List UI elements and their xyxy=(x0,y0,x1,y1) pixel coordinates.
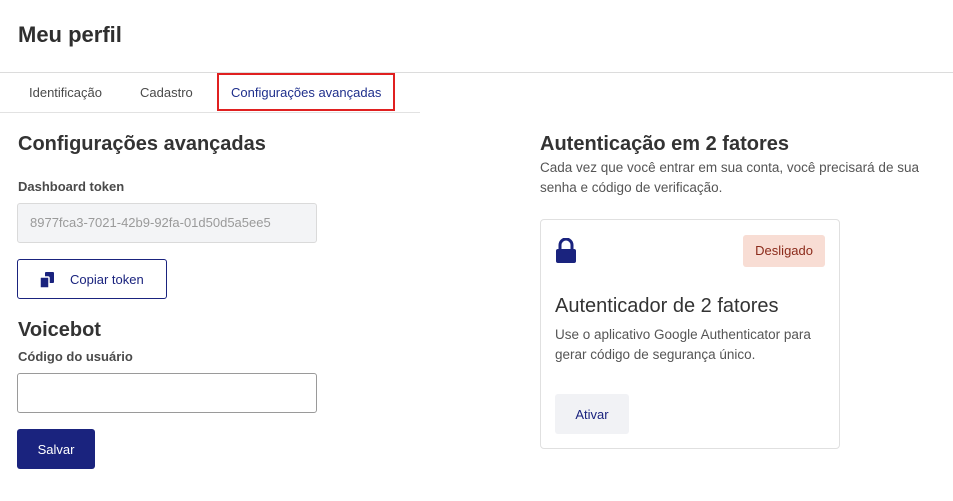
authenticator-title: Autenticador de 2 fatores xyxy=(555,295,779,317)
save-button[interactable]: Salvar xyxy=(17,429,95,469)
advanced-settings-title: Configurações avançadas xyxy=(18,133,266,155)
authenticator-description: Use o aplicativo Google Authenticator pa… xyxy=(555,327,811,362)
lock-icon xyxy=(556,238,576,263)
tab-cadastro[interactable]: Cadastro xyxy=(140,73,193,112)
profile-page: Meu perfil Identificação Cadastro Config… xyxy=(0,0,953,501)
authenticator-card: Desligado Autenticador de 2 fatores Use … xyxy=(540,219,840,449)
copy-token-button[interactable]: Copiar token xyxy=(17,259,167,299)
voicebot-title: Voicebot xyxy=(18,319,101,341)
dashboard-token-field: 8977fca3-7021-42b9-92fa-01d50d5a5ee5 xyxy=(17,203,317,243)
user-code-label: Código do usuário xyxy=(18,349,133,364)
copy-icon xyxy=(39,272,54,289)
status-badge: Desligado xyxy=(743,235,825,267)
activate-button[interactable]: Ativar xyxy=(555,394,629,434)
dashboard-token-label: Dashboard token xyxy=(18,179,125,194)
copy-token-label: Copiar token xyxy=(70,272,144,287)
tab-bar: Identificação Cadastro Configurações ava… xyxy=(0,73,420,113)
page-title: Meu perfil xyxy=(18,22,122,47)
tab-configuracoes-avancadas[interactable]: Configurações avançadas xyxy=(217,73,396,111)
tab-identificacao[interactable]: Identificação xyxy=(29,73,102,112)
twofa-title: Autenticação em 2 fatores xyxy=(540,133,789,155)
twofa-description: Cada vez que você entrar em sua conta, v… xyxy=(540,160,919,195)
user-code-input[interactable] xyxy=(17,373,317,413)
